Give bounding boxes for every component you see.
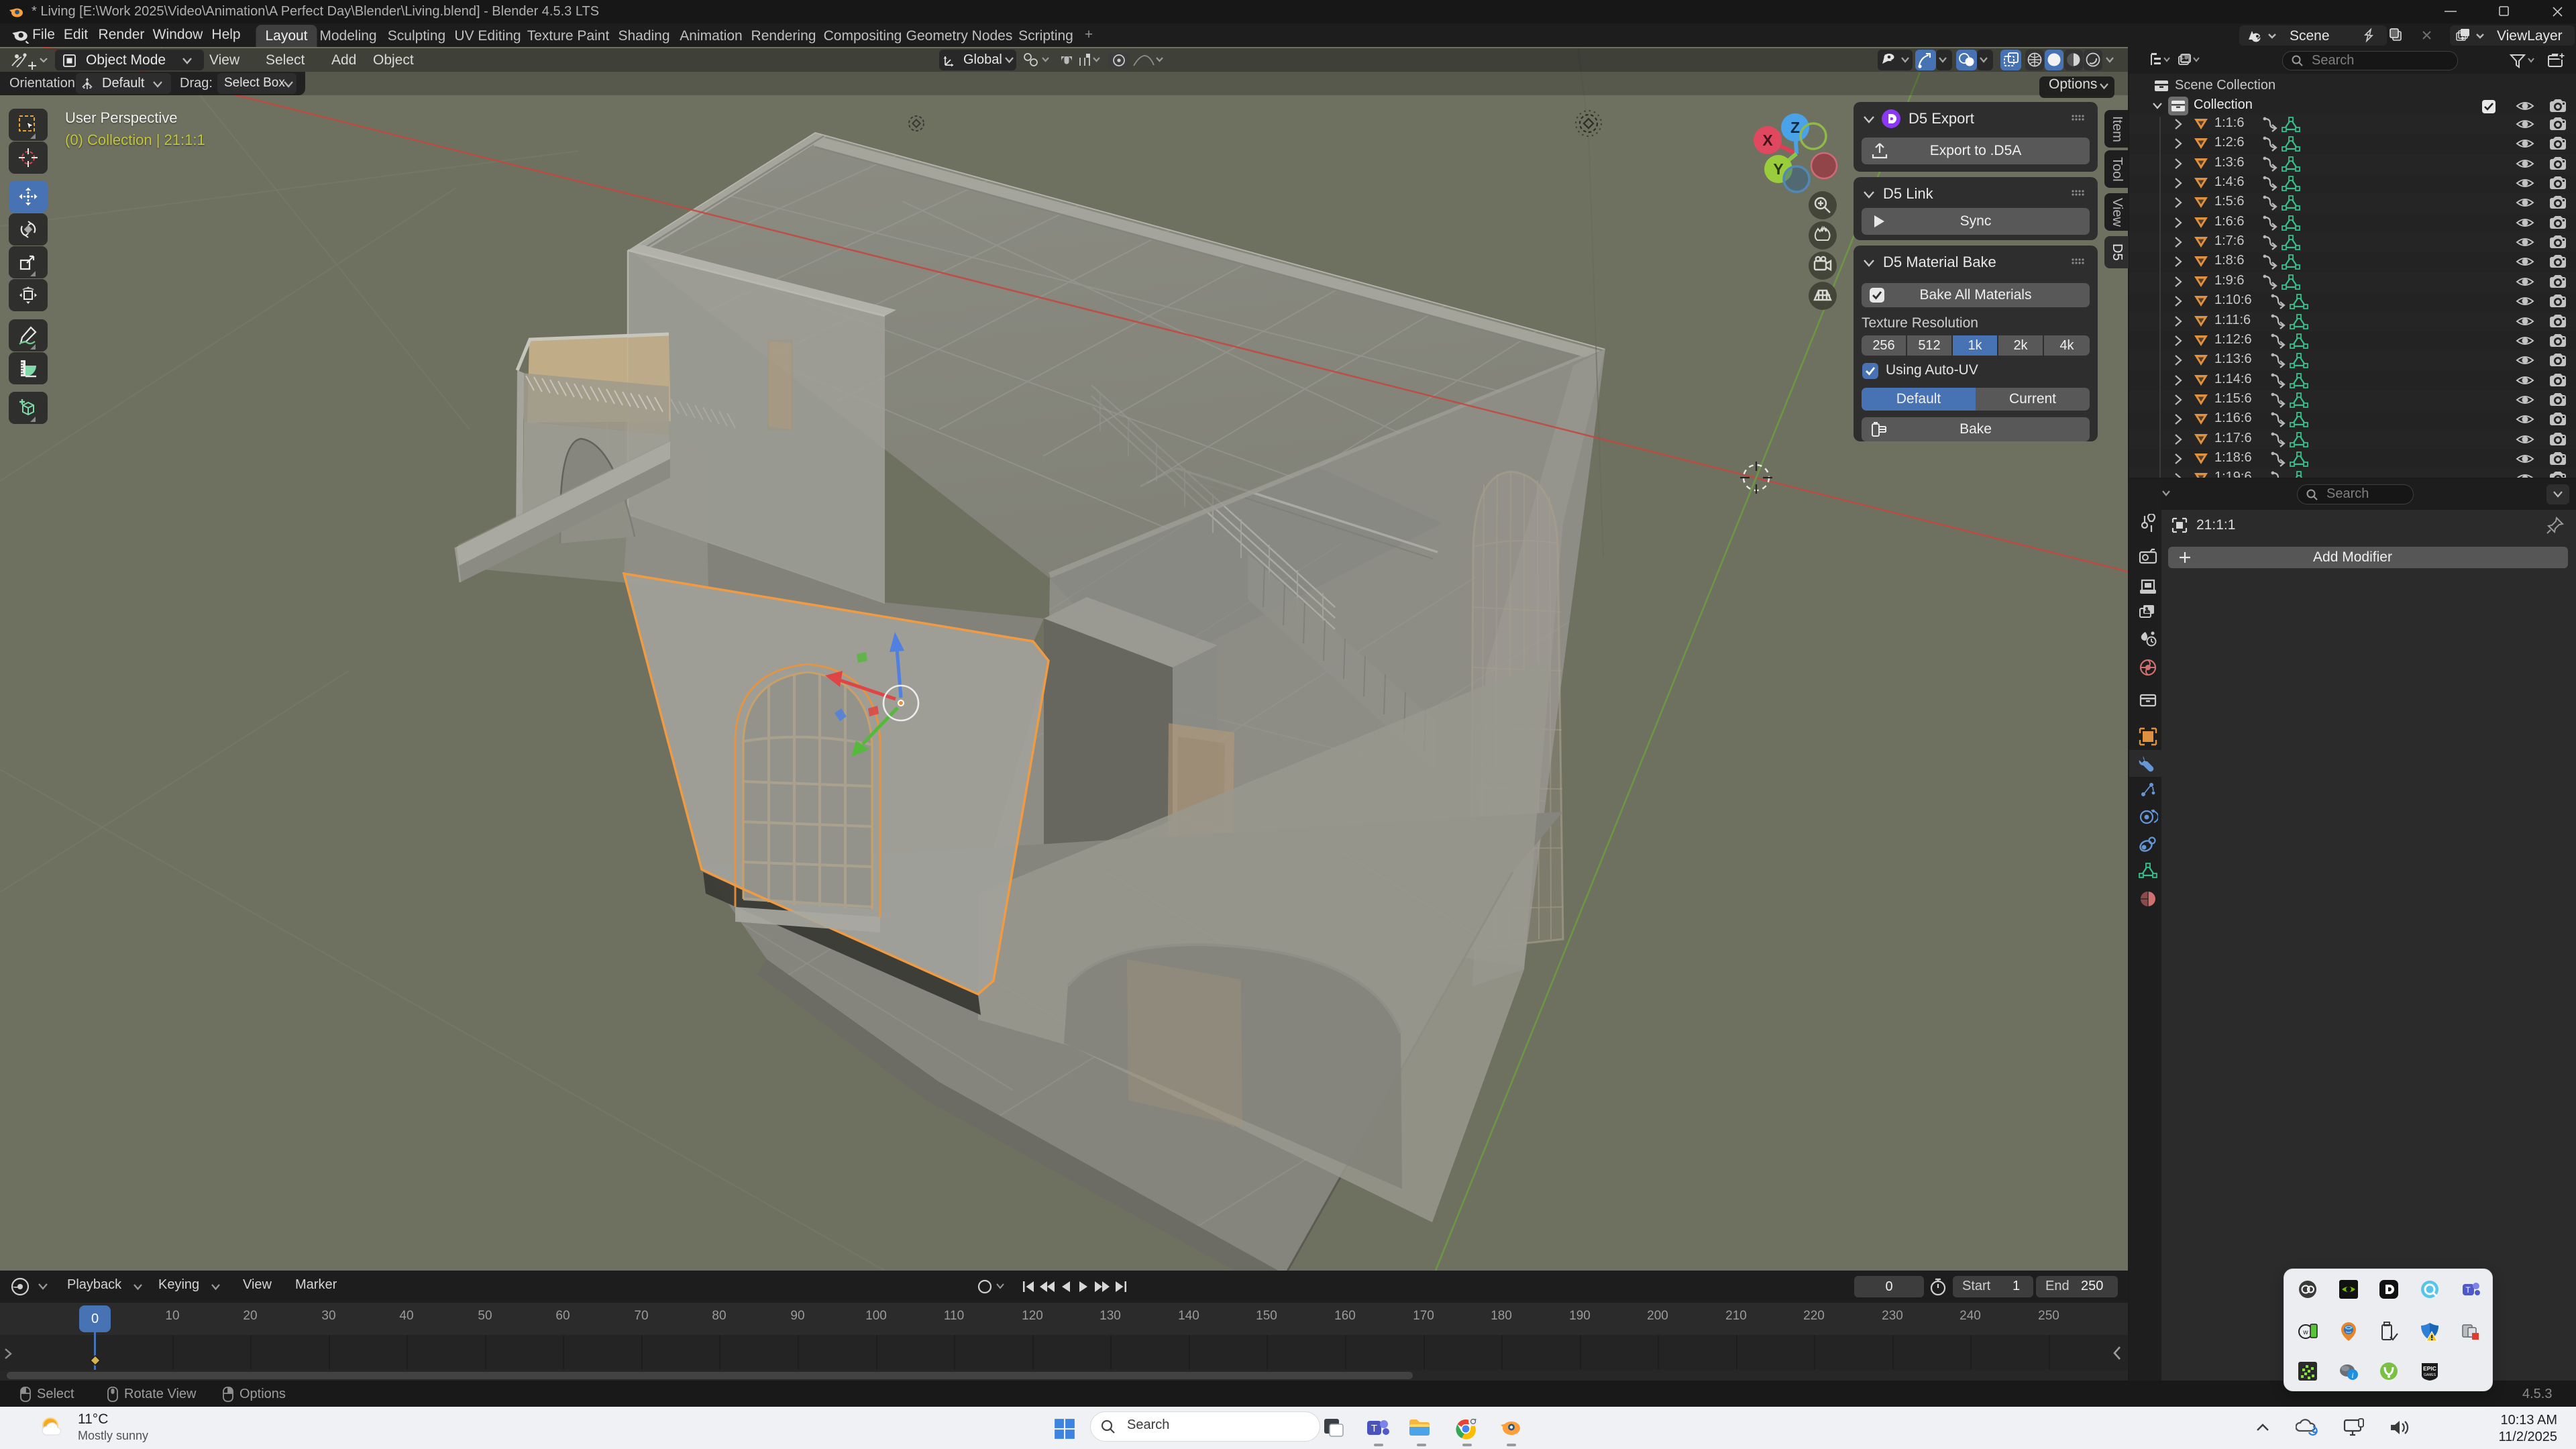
svg-text:EPIC: EPIC	[2423, 1365, 2436, 1372]
svg-text:X: X	[1762, 131, 1773, 149]
svg-text:GAMES: GAMES	[2424, 1373, 2436, 1377]
svg-text:Y: Y	[1773, 160, 1783, 178]
svg-text:Z: Z	[1790, 119, 1800, 136]
svg-text:w: w	[2302, 1329, 2308, 1336]
svg-text:T: T	[1371, 1423, 1377, 1434]
svg-text:i: i	[2351, 1371, 2353, 1380]
svg-text:T: T	[2465, 1285, 2471, 1295]
